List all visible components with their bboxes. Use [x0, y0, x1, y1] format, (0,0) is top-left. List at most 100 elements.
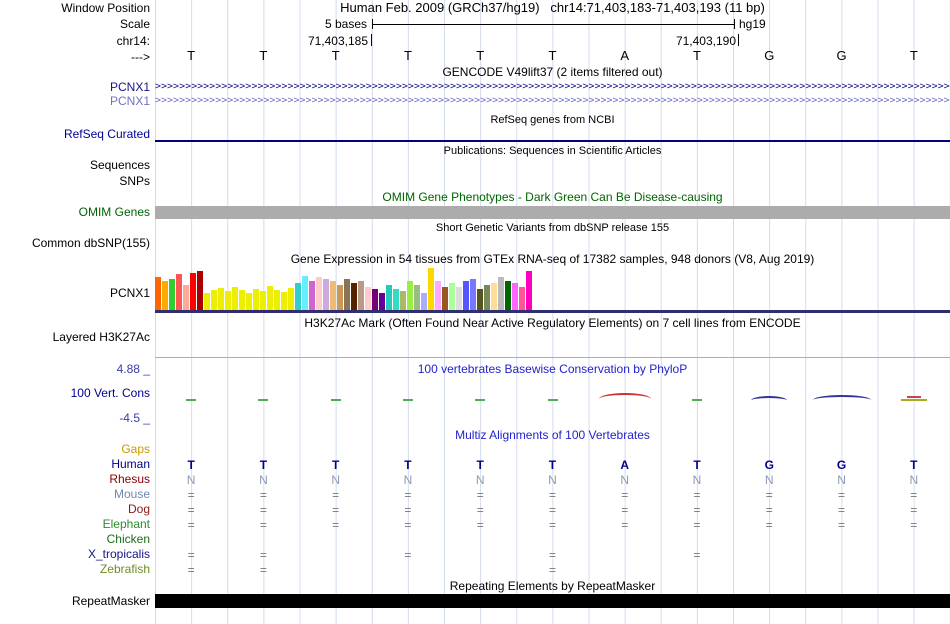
gtex-bar[interactable] — [393, 289, 399, 310]
gtex-bar[interactable] — [218, 288, 224, 310]
gtex-bar[interactable] — [428, 268, 434, 310]
multiz-species-label-x_tropicalis[interactable]: X_tropicalis — [0, 548, 150, 561]
gtex-expression-bars[interactable] — [155, 268, 532, 310]
gtex-bar[interactable] — [267, 286, 273, 310]
multiz-species-label-gaps[interactable]: Gaps — [0, 443, 150, 456]
multiz-row-elephant[interactable]: = = = = = = = = = = = — [155, 518, 950, 532]
gtex-bar[interactable] — [253, 289, 259, 310]
gencode-gene-label-pcnx1-1[interactable]: PCNX1 — [0, 81, 150, 94]
cons-mark-dash-green — [692, 399, 703, 401]
gtex-bar[interactable] — [162, 281, 168, 310]
multiz-cell — [300, 548, 372, 562]
gtex-bar[interactable] — [197, 271, 203, 310]
gtex-bar[interactable] — [274, 290, 280, 310]
gtex-bar[interactable] — [204, 293, 210, 310]
multiz-row-x_tropicalis[interactable]: = = = = = — [155, 548, 950, 562]
gtex-bar[interactable] — [449, 283, 455, 310]
gtex-bar[interactable] — [358, 281, 364, 310]
repeatmasker-bar[interactable] — [155, 594, 950, 608]
multiz-row-rhesus[interactable]: NNNNNNNNNNN — [155, 473, 950, 487]
gtex-bar[interactable] — [526, 271, 532, 310]
gtex-bar[interactable] — [407, 281, 413, 310]
omim-genes-bar[interactable] — [155, 206, 950, 219]
gtex-bar[interactable] — [183, 285, 189, 310]
gtex-bar[interactable] — [288, 288, 294, 310]
multiz-cell: = — [621, 503, 629, 517]
gencode-gene-model-pcnx1-2[interactable]: >>>>>>>>>>>>>>>>>>>>>>>>>>>>>>>>>>>>>>>>… — [155, 95, 950, 107]
gtex-bar[interactable] — [351, 283, 357, 310]
gtex-bar[interactable] — [463, 281, 469, 310]
gtex-bar[interactable] — [498, 277, 504, 310]
gtex-bar[interactable] — [414, 285, 420, 310]
gtex-bar[interactable] — [309, 281, 315, 310]
gencode-gene-label-pcnx1-2[interactable]: PCNX1 — [0, 95, 150, 108]
gtex-gene-line[interactable] — [155, 310, 950, 313]
multiz-cell: = — [332, 518, 340, 532]
gtex-bar[interactable] — [344, 279, 350, 310]
multiz-species-label-chicken[interactable]: Chicken — [0, 533, 150, 546]
gtex-gene-label[interactable]: PCNX1 — [0, 287, 150, 300]
gtex-bar[interactable] — [295, 283, 301, 310]
gtex-bar[interactable] — [484, 285, 490, 310]
gtex-bar[interactable] — [379, 293, 385, 310]
gtex-bar[interactable] — [169, 279, 175, 310]
gtex-bar[interactable] — [281, 292, 287, 310]
gtex-bar[interactable] — [435, 281, 441, 310]
gtex-bar[interactable] — [505, 281, 511, 310]
gtex-bar[interactable] — [512, 283, 518, 310]
gtex-bar[interactable] — [421, 293, 427, 310]
gtex-bar[interactable] — [246, 293, 252, 310]
multiz-species-label-zebrafish[interactable]: Zebrafish — [0, 563, 150, 576]
gtex-bar[interactable] — [337, 285, 343, 310]
multiz-species-label-human[interactable]: Human — [0, 458, 150, 471]
gtex-bar[interactable] — [400, 291, 406, 310]
multiz-row-zebrafish[interactable]: = = = — [155, 563, 950, 577]
gtex-bar[interactable] — [372, 289, 378, 310]
gtex-bar[interactable] — [239, 290, 245, 310]
multiz-species-label-dog[interactable]: Dog — [0, 503, 150, 516]
gtex-bar[interactable] — [302, 276, 308, 310]
gtex-bar[interactable] — [456, 287, 462, 310]
gencode-gene-model-pcnx1-1[interactable]: >>>>>>>>>>>>>>>>>>>>>>>>>>>>>>>>>>>>>>>>… — [155, 81, 950, 93]
omim-genes-label[interactable]: OMIM Genes — [0, 206, 150, 219]
sequences-track-label[interactable]: Sequences — [0, 159, 150, 172]
multiz-row-mouse[interactable]: = = = = = = = = = = = — [155, 488, 950, 502]
gtex-bar[interactable] — [330, 281, 336, 310]
gencode-track-title: GENCODE V49lift37 (2 items filtered out) — [442, 65, 663, 79]
multiz-row-dog[interactable]: = = = = = = = = = = = — [155, 503, 950, 517]
gtex-bar[interactable] — [477, 289, 483, 310]
gtex-bar[interactable] — [260, 291, 266, 310]
gtex-bar[interactable] — [365, 287, 371, 310]
gtex-bar[interactable] — [190, 273, 196, 310]
gtex-bar[interactable] — [470, 279, 476, 310]
multiz-row-human[interactable]: TTTTTTATGGT — [155, 458, 950, 472]
multiz-cell: T — [331, 458, 340, 472]
multiz-cell: = — [693, 518, 701, 532]
gtex-bar[interactable] — [211, 290, 217, 310]
multiz-species-label-rhesus[interactable]: Rhesus — [0, 473, 150, 486]
gtex-bar[interactable] — [519, 287, 525, 310]
multiz-species-label-mouse[interactable]: Mouse — [0, 488, 150, 501]
refseq-gene-line[interactable] — [155, 140, 950, 142]
refseq-curated-label[interactable]: RefSeq Curated — [0, 128, 150, 141]
multiz-cell: = — [838, 503, 846, 517]
gtex-bar[interactable] — [232, 287, 238, 310]
gtex-bar[interactable] — [442, 287, 448, 310]
multiz-cell: = — [332, 503, 340, 517]
gtex-bar[interactable] — [176, 274, 182, 310]
gtex-bar[interactable] — [386, 285, 392, 310]
multiz-cell: = — [693, 503, 701, 517]
gtex-bar[interactable] — [225, 291, 231, 310]
multiz-species-label-elephant[interactable]: Elephant — [0, 518, 150, 531]
gtex-bar[interactable] — [491, 283, 497, 310]
h3k27ac-signal-line[interactable] — [155, 357, 950, 358]
dbsnp-track-label[interactable]: Common dbSNP(155) — [0, 237, 150, 250]
conservation-wiggle-track[interactable] — [155, 393, 950, 407]
gtex-bar[interactable] — [316, 277, 322, 310]
h3k27ac-track-label[interactable]: Layered H3K27Ac — [0, 331, 150, 344]
conservation-track-label[interactable]: 100 Vert. Cons — [0, 387, 150, 400]
snps-track-label[interactable]: SNPs — [0, 175, 150, 188]
repeatmasker-track-label[interactable]: RepeatMasker — [0, 595, 150, 608]
gtex-bar[interactable] — [323, 279, 329, 310]
gtex-bar[interactable] — [155, 277, 161, 310]
